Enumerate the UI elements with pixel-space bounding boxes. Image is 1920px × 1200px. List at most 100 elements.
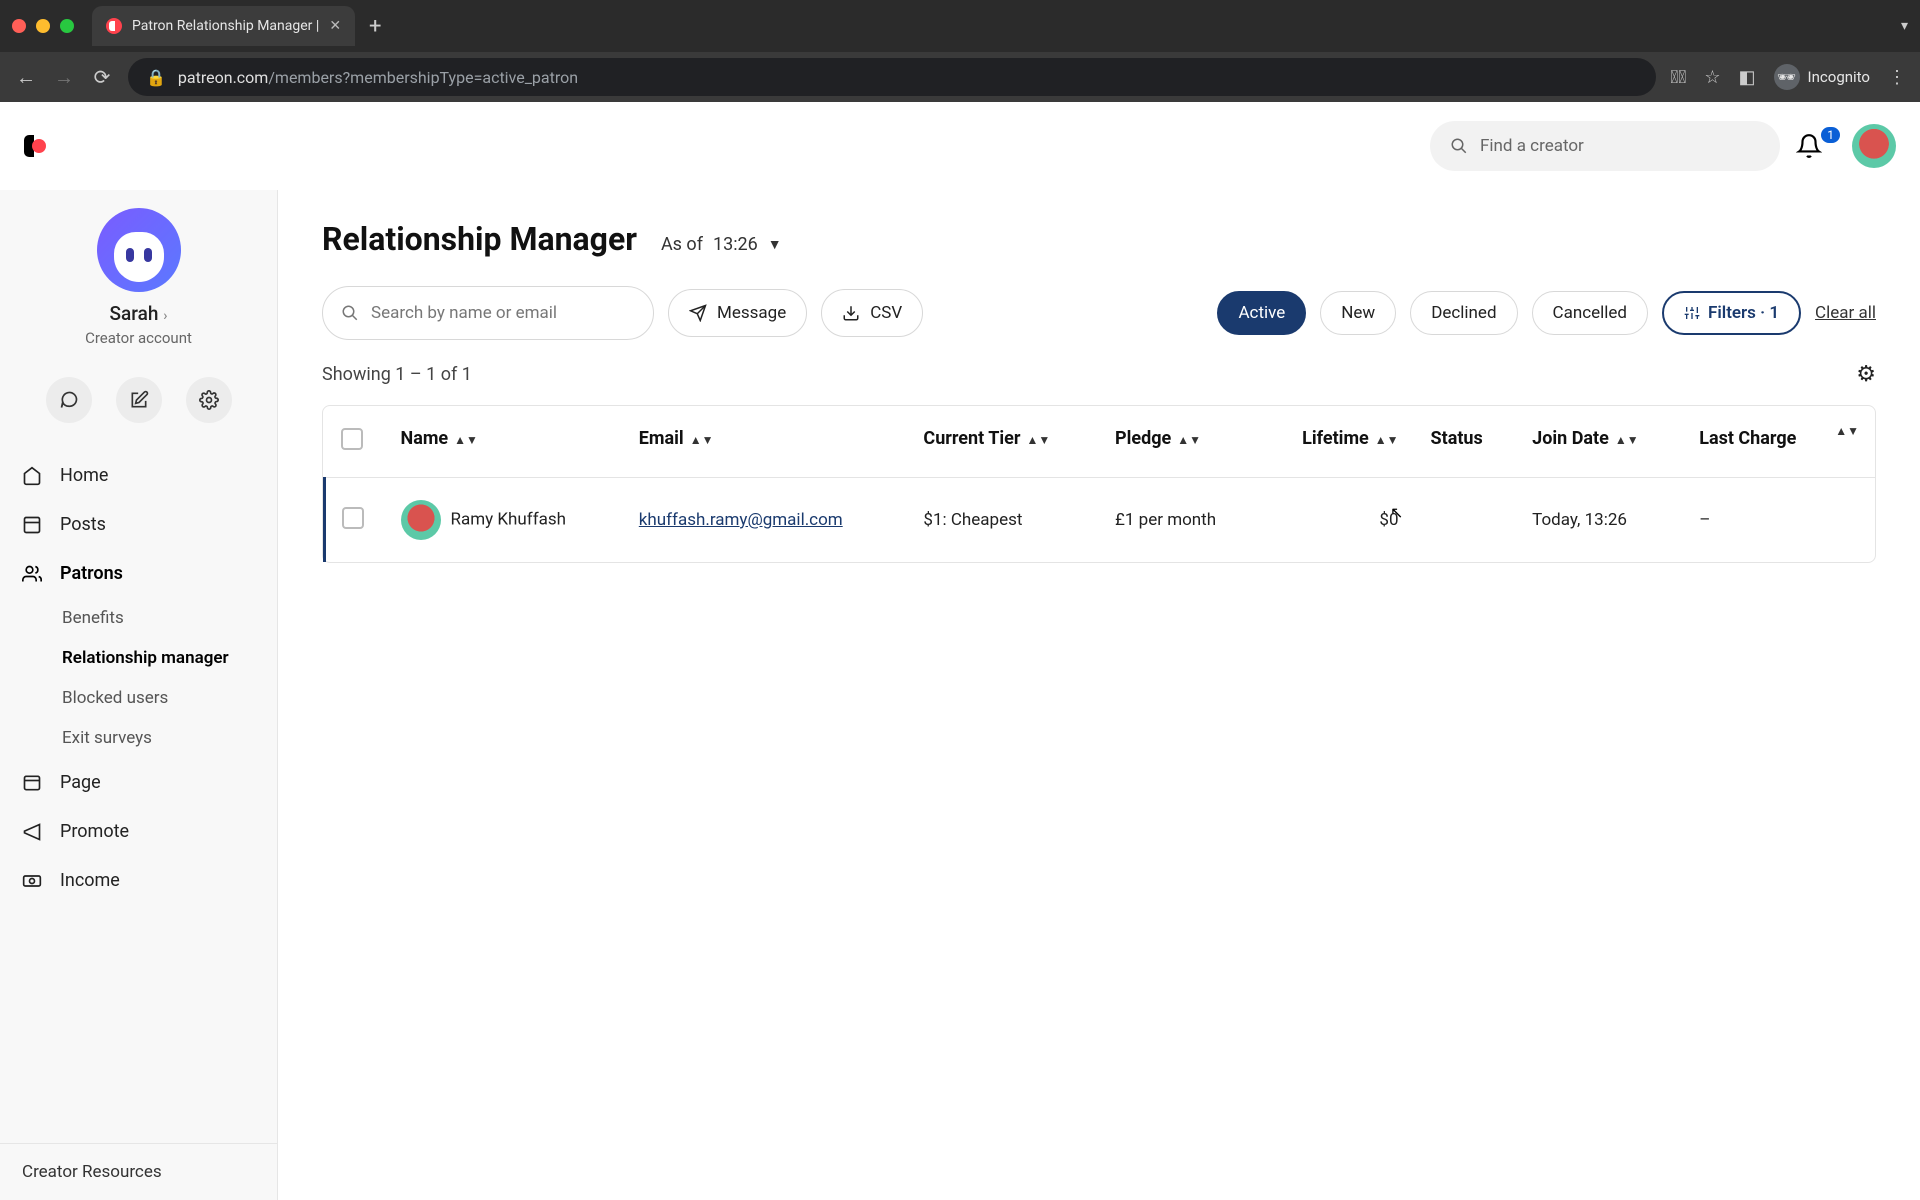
subnav-exit-surveys[interactable]: Exit surveys bbox=[0, 718, 277, 758]
eye-off-icon[interactable]: 👁̸ bbox=[1670, 67, 1686, 88]
maximize-window-icon[interactable] bbox=[60, 19, 74, 33]
profile-block: Sarah › Creator account bbox=[0, 190, 277, 355]
filters-label: Filters · 1 bbox=[1708, 303, 1779, 323]
user-avatar[interactable] bbox=[1852, 124, 1896, 168]
browser-tab[interactable]: Patron Relationship Manager | ✕ bbox=[92, 6, 355, 46]
patrons-icon bbox=[22, 564, 44, 584]
forward-button[interactable]: → bbox=[52, 65, 76, 90]
new-tab-button[interactable]: + bbox=[369, 14, 381, 39]
col-status[interactable]: Status bbox=[1415, 406, 1517, 478]
member-tier: $1: Cheapest bbox=[907, 478, 1099, 563]
download-icon bbox=[842, 304, 860, 322]
app-topbar: Find a creator 1 bbox=[0, 102, 1920, 190]
nav-label: Patrons bbox=[60, 563, 123, 584]
member-avatar bbox=[401, 500, 441, 540]
close-window-icon[interactable] bbox=[12, 19, 26, 33]
button-label: CSV bbox=[870, 303, 902, 323]
filter-chip-cancelled[interactable]: Cancelled bbox=[1532, 291, 1648, 335]
patreon-favicon-icon bbox=[106, 18, 122, 34]
col-last-charge[interactable]: Last Charge▲▼ bbox=[1683, 406, 1875, 478]
button-label: Message bbox=[717, 303, 786, 323]
search-icon bbox=[341, 304, 359, 322]
page-header: Relationship Manager As of 13:26 ▼ bbox=[322, 220, 1876, 258]
sidebar-footer-link[interactable]: Creator Resources bbox=[0, 1143, 277, 1200]
global-search-placeholder: Find a creator bbox=[1480, 136, 1584, 156]
chat-button[interactable] bbox=[46, 377, 92, 423]
window-controls bbox=[12, 19, 74, 33]
col-tier[interactable]: Current Tier▲▼ bbox=[907, 406, 1099, 478]
member-pledge: £1 per month bbox=[1099, 478, 1260, 563]
col-name[interactable]: Name▲▼ bbox=[385, 406, 623, 478]
col-email[interactable]: Email▲▼ bbox=[623, 406, 908, 478]
incognito-icon: 🕶 bbox=[1774, 64, 1800, 90]
sort-icon: ▲▼ bbox=[454, 437, 478, 444]
notifications-badge: 1 bbox=[1821, 127, 1840, 143]
page-title: Relationship Manager bbox=[322, 220, 637, 258]
star-icon[interactable]: ☆ bbox=[1704, 67, 1720, 88]
edit-button[interactable] bbox=[116, 377, 162, 423]
search-icon bbox=[1450, 137, 1468, 155]
filter-chip-declined[interactable]: Declined bbox=[1410, 291, 1517, 335]
sliders-icon bbox=[1684, 305, 1700, 321]
profile-name: Sarah › bbox=[0, 302, 277, 325]
select-all-checkbox[interactable] bbox=[341, 428, 363, 450]
csv-button[interactable]: CSV bbox=[821, 289, 923, 337]
col-lifetime[interactable]: Lifetime▲▼ bbox=[1260, 406, 1415, 478]
notifications-button[interactable]: 1 bbox=[1796, 133, 1836, 159]
back-button[interactable]: ← bbox=[14, 65, 38, 90]
address-bar: ← → ⟳ 🔒 patreon.com/members?membershipTy… bbox=[0, 52, 1920, 102]
nav-promote[interactable]: Promote bbox=[0, 807, 277, 856]
toolbar: Search by name or email Message CSV Acti… bbox=[322, 286, 1876, 340]
nav-posts[interactable]: Posts bbox=[0, 500, 277, 549]
chevron-down-icon: ▼ bbox=[768, 236, 782, 253]
nav-page[interactable]: Page bbox=[0, 758, 277, 807]
asof-dropdown[interactable]: As of 13:26 ▼ bbox=[661, 234, 782, 255]
close-tab-icon[interactable]: ✕ bbox=[329, 18, 341, 34]
quick-actions bbox=[0, 377, 277, 423]
sort-icon: ▲▼ bbox=[1375, 437, 1399, 444]
member-search-placeholder: Search by name or email bbox=[371, 303, 557, 323]
settings-button[interactable] bbox=[186, 377, 232, 423]
browser-chrome: Patron Relationship Manager | ✕ + ▾ ← → … bbox=[0, 0, 1920, 102]
member-name: Ramy Khuffash bbox=[451, 509, 567, 529]
minimize-window-icon[interactable] bbox=[36, 19, 50, 33]
row-checkbox[interactable] bbox=[342, 507, 364, 529]
reload-button[interactable]: ⟳ bbox=[90, 65, 114, 89]
nav-label: Home bbox=[60, 465, 108, 486]
tab-title: Patron Relationship Manager | bbox=[132, 18, 319, 34]
nav-income[interactable]: Income bbox=[0, 856, 277, 905]
global-search[interactable]: Find a creator bbox=[1430, 121, 1780, 171]
filter-chip-active[interactable]: Active bbox=[1217, 291, 1306, 335]
creator-avatar[interactable] bbox=[97, 208, 181, 292]
posts-icon bbox=[22, 515, 44, 535]
filters-button[interactable]: Filters · 1 bbox=[1662, 291, 1801, 335]
members-table: Name▲▼ Email▲▼ Current Tier▲▼ Pledge▲▼ L… bbox=[322, 405, 1876, 563]
subnav-blocked-users[interactable]: Blocked users bbox=[0, 678, 277, 718]
col-join[interactable]: Join Date▲▼ bbox=[1516, 406, 1683, 478]
sort-icon: ▲▼ bbox=[1615, 437, 1639, 444]
subnav-relationship-manager[interactable]: Relationship manager bbox=[0, 638, 277, 678]
tabs-menu-icon[interactable]: ▾ bbox=[1901, 18, 1908, 34]
patreon-logo-icon[interactable] bbox=[24, 133, 50, 159]
subnav-benefits[interactable]: Benefits bbox=[0, 598, 277, 638]
nav-home[interactable]: Home bbox=[0, 451, 277, 500]
col-pledge[interactable]: Pledge▲▼ bbox=[1099, 406, 1260, 478]
member-join-date: Today, 13:26 bbox=[1516, 478, 1683, 563]
member-email-link[interactable]: khuffash.ramy@gmail.com bbox=[639, 510, 843, 530]
asof-prefix: As of bbox=[661, 234, 703, 255]
results-summary-row: Showing 1 – 1 of 1 ⚙ bbox=[322, 362, 1876, 387]
url-path: /members?membershipType=active_patron bbox=[268, 68, 578, 87]
filter-chip-new[interactable]: New bbox=[1320, 291, 1396, 335]
promote-icon bbox=[22, 822, 44, 842]
clear-all-link[interactable]: Clear all bbox=[1815, 303, 1876, 323]
table-row[interactable]: Ramy Khuffash khuffash.ramy@gmail.com $1… bbox=[325, 478, 1876, 563]
kebab-menu-icon[interactable]: ⋮ bbox=[1888, 67, 1906, 88]
table-settings-button[interactable]: ⚙ bbox=[1856, 362, 1876, 387]
nav-label: Income bbox=[60, 870, 120, 891]
url-box[interactable]: 🔒 patreon.com/members?membershipType=act… bbox=[128, 58, 1656, 96]
member-search-input[interactable]: Search by name or email bbox=[322, 286, 654, 340]
nav-patrons[interactable]: Patrons bbox=[0, 549, 277, 598]
message-button[interactable]: Message bbox=[668, 289, 807, 337]
chevron-right-icon: › bbox=[163, 308, 167, 324]
extensions-icon[interactable]: ◧ bbox=[1739, 67, 1756, 88]
